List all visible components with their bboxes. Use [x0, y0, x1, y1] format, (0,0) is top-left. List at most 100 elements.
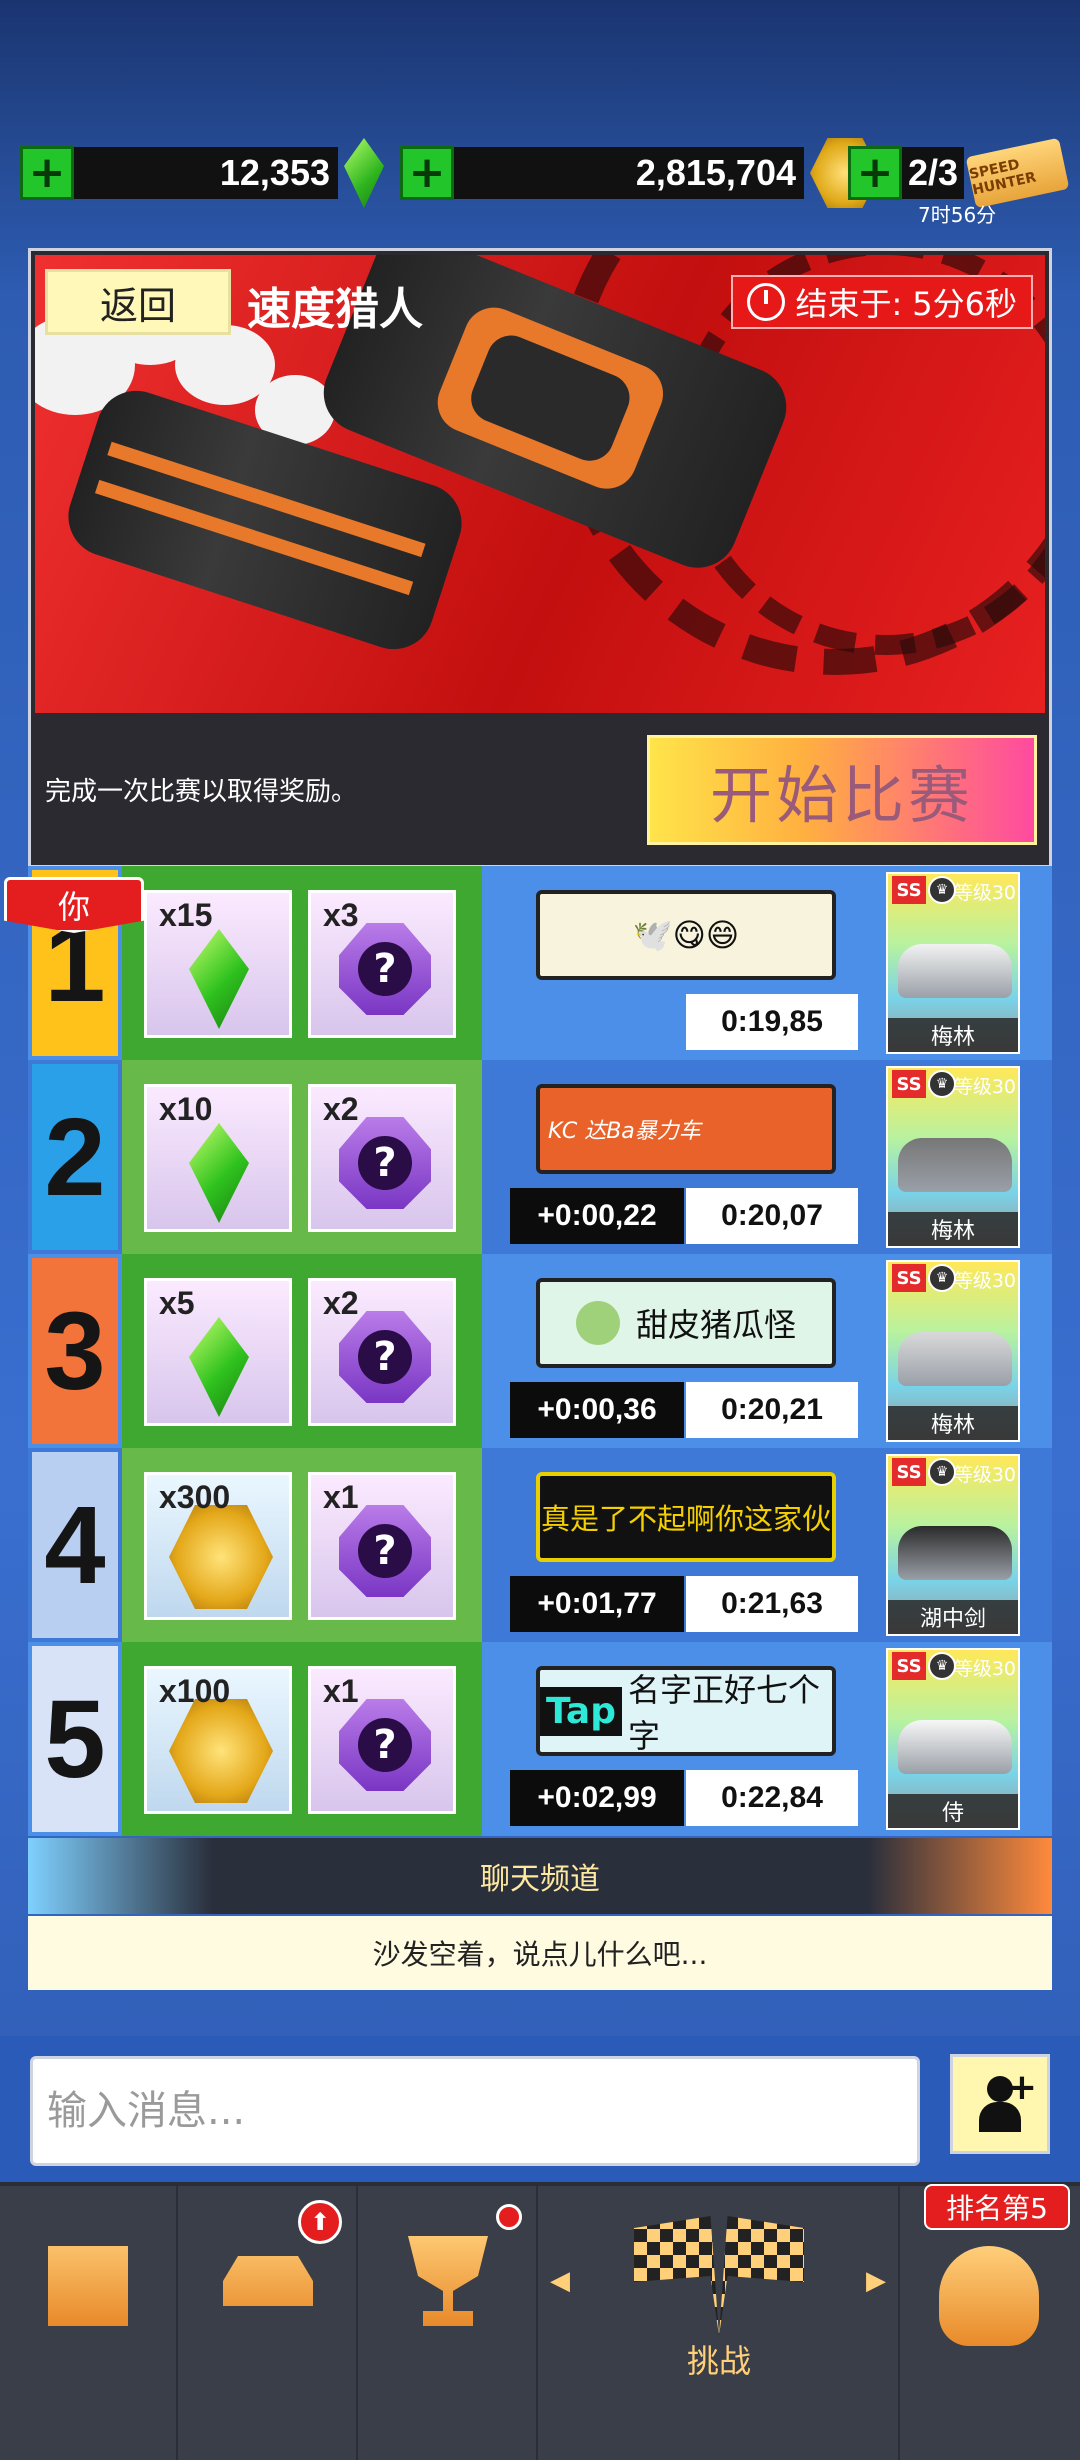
car-level: 等级30	[953, 1658, 1016, 1680]
back-button[interactable]: 返回	[45, 269, 231, 335]
tap-logo: Tap	[540, 1686, 622, 1736]
event-banner-image: 返回 速度猎人 结束于: 5分6秒	[35, 255, 1045, 713]
license-plate[interactable]: KC 达Ba暴力车	[536, 1084, 836, 1174]
add-tickets-button[interactable]: +	[848, 146, 902, 200]
add-gems-button[interactable]: +	[20, 146, 74, 200]
time-gap: +0:00,22	[510, 1188, 684, 1244]
race-time: 0:21,63	[686, 1576, 858, 1632]
melon-icon	[575, 1301, 620, 1345]
license-plate[interactable]: 🕊️😋😄	[536, 890, 836, 980]
race-time: 0:20,21	[686, 1382, 858, 1438]
reward-item[interactable]: x300	[144, 1472, 292, 1620]
mystery-box-icon: ?	[339, 1505, 431, 1597]
coins-resource: + 2,815,704	[400, 138, 880, 208]
license-plate[interactable]: 真是了不起啊你这家伙	[536, 1472, 836, 1562]
reward-item[interactable]: ? x1	[308, 1666, 456, 1814]
car-name: 侍	[888, 1794, 1018, 1828]
car-image	[898, 1138, 1012, 1192]
reward-item[interactable]: x15	[144, 890, 292, 1038]
rewards: x15 ? x3	[122, 866, 482, 1060]
car-name: 梅林	[888, 1018, 1018, 1052]
tickets-resource: + 2/3 SPEED HUNTER	[848, 137, 1070, 209]
reward-count: x5	[159, 1285, 195, 1321]
class-ss-icon: SS	[892, 1458, 926, 1486]
car-image	[898, 944, 1012, 998]
mystery-box-icon: ?	[339, 1699, 431, 1791]
leaderboard-row[interactable]: 2 x10 ? x2 KC 达Ba暴力车 +0:00,22 0:20,07 SS…	[28, 1060, 1052, 1254]
car-name: 湖中剑	[888, 1600, 1018, 1634]
rewards: x100 ? x1	[122, 1642, 482, 1836]
nav-garage[interactable]: ⬆	[180, 2186, 358, 2460]
reward-item[interactable]: ? x1	[308, 1472, 456, 1620]
event-panel: 返回 速度猎人 结束于: 5分6秒 完成一次比赛以取得奖励。 开始比赛	[28, 248, 1052, 868]
trophy-icon	[408, 2236, 488, 2326]
nav-trophy[interactable]	[360, 2186, 538, 2460]
crown-icon: ♛	[928, 876, 956, 904]
rewards: x10 ? x2	[122, 1060, 482, 1254]
reward-count: x2	[323, 1285, 359, 1321]
car-card[interactable]: SS ♛ 等级30 梅林	[886, 1066, 1020, 1248]
car-card[interactable]: SS ♛ 等级30 梅林	[886, 1260, 1020, 1442]
ticket-icon: SPEED HUNTER	[965, 137, 1070, 209]
message-input[interactable]	[30, 2056, 920, 2166]
leaderboard-row[interactable]: 5 x100 ? x1 Tap 名字正好七个字 +0:02,99 0:22,84…	[28, 1642, 1052, 1836]
race-time: 0:19,85	[686, 994, 858, 1050]
reward-item[interactable]: x100	[144, 1666, 292, 1814]
license-plate[interactable]: 甜皮猪瓜怪	[536, 1278, 836, 1368]
leaderboard: 1 x15 ? x3 🕊️😋😄 0:19,85 SS ♛ 等级30 梅林 2 x…	[28, 866, 1052, 1836]
reward-count: x15	[159, 897, 213, 933]
plate-text: 真是了不起啊你这家伙	[540, 1502, 831, 1536]
class-ss-icon: SS	[892, 1652, 926, 1680]
clock-icon	[747, 283, 786, 321]
reward-item[interactable]: x10	[144, 1084, 292, 1232]
notification-dot	[496, 2204, 522, 2230]
gems-count: 12,353	[74, 147, 338, 199]
car-level: 等级30	[953, 1464, 1016, 1486]
gem-icon	[189, 1317, 249, 1417]
rank-number: 4	[32, 1452, 118, 1638]
chat-input-bar: +	[0, 2036, 1080, 2184]
car-image	[898, 1332, 1012, 1386]
car-card[interactable]: SS ♛ 等级30 湖中剑	[886, 1454, 1020, 1636]
mystery-box-icon: ?	[339, 1117, 431, 1209]
time-gap: +0:02,99	[510, 1770, 684, 1826]
shop-icon	[48, 2246, 128, 2326]
bottom-nav: ⬆ ◀ 挑战 ▶	[0, 2182, 1080, 2460]
rank-number: 5	[32, 1646, 118, 1832]
reward-item[interactable]: ? x2	[308, 1084, 456, 1232]
leaderboard-row[interactable]: 4 x300 ? x1 真是了不起啊你这家伙 +0:01,77 0:21,63 …	[28, 1448, 1052, 1642]
nav-challenge[interactable]: ◀ 挑战 ▶	[540, 2186, 900, 2460]
reward-item[interactable]: ? x3	[308, 890, 456, 1038]
reward-count: x100	[159, 1673, 231, 1709]
reward-item[interactable]: x5	[144, 1278, 292, 1426]
leaderboard-row[interactable]: 3 x5 ? x2 甜皮猪瓜怪 +0:00,36 0:20,21 SS ♛ 等级…	[28, 1254, 1052, 1448]
time-gap: +0:01,77	[510, 1576, 684, 1632]
prev-arrow-icon[interactable]: ◀	[550, 2266, 570, 2296]
chat-channel-title[interactable]: 聊天频道	[28, 1838, 1052, 1914]
crown-icon: ♛	[928, 1070, 956, 1098]
garage-car-icon	[223, 2256, 313, 2306]
crown-icon: ♛	[928, 1264, 956, 1292]
license-plate[interactable]: Tap 名字正好七个字	[536, 1666, 836, 1756]
class-ss-icon: SS	[892, 876, 926, 904]
add-coins-button[interactable]: +	[400, 146, 454, 200]
reward-count: x300	[159, 1479, 231, 1515]
nav-shop[interactable]	[0, 2186, 178, 2460]
class-ss-icon: SS	[892, 1070, 926, 1098]
rank-badge: 排名第5	[924, 2184, 1070, 2230]
start-race-button[interactable]: 开始比赛	[647, 735, 1037, 845]
ticket-refill-timer: 7时56分	[918, 203, 997, 227]
car-card[interactable]: SS ♛ 等级30 梅林	[886, 872, 1020, 1054]
crown-icon: ♛	[928, 1652, 956, 1680]
next-arrow-icon[interactable]: ▶	[866, 2266, 886, 2296]
mystery-box-icon: ?	[339, 923, 431, 1015]
coin-icon	[169, 1699, 273, 1803]
ends-label: 结束于:	[795, 285, 903, 323]
leaderboard-row[interactable]: 1 x15 ? x3 🕊️😋😄 0:19,85 SS ♛ 等级30 梅林	[28, 866, 1052, 1060]
add-friend-button[interactable]: +	[950, 2054, 1050, 2154]
reward-count: x1	[323, 1673, 359, 1709]
reward-item[interactable]: ? x2	[308, 1278, 456, 1426]
plus-icon: +	[1006, 2067, 1037, 2108]
car-card[interactable]: SS ♛ 等级30 侍	[886, 1648, 1020, 1830]
reward-count: x3	[323, 897, 359, 933]
